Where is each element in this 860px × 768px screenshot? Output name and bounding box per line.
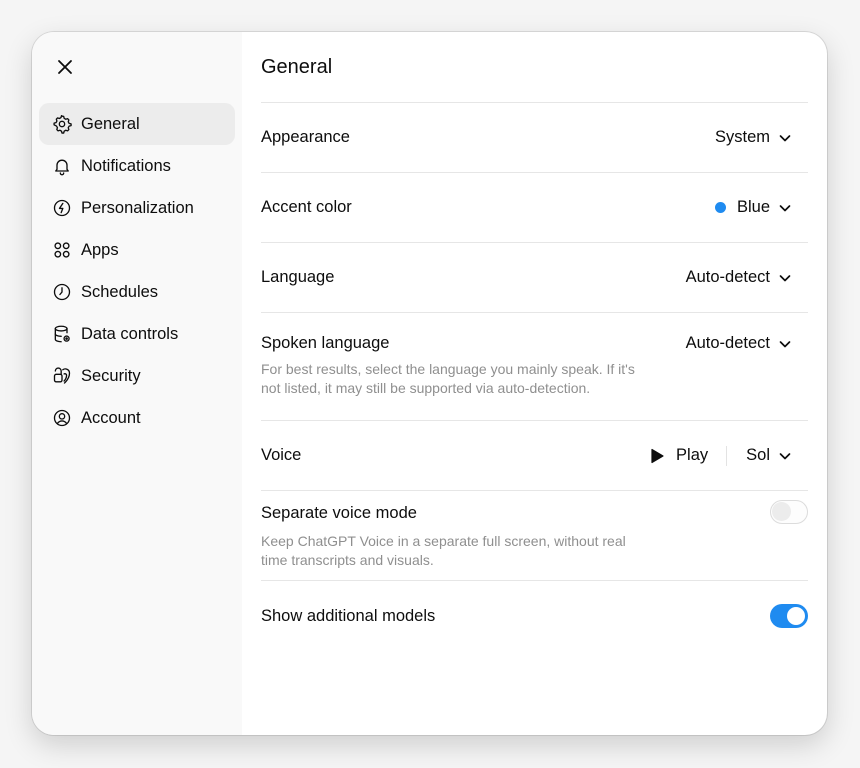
play-icon bbox=[650, 448, 664, 464]
sidebar-item-label: Account bbox=[81, 408, 141, 427]
divider bbox=[726, 445, 728, 466]
toggle-knob bbox=[772, 502, 791, 521]
sidebar-item-personalization[interactable]: Personalization bbox=[39, 187, 235, 229]
setting-label: Accent color bbox=[261, 198, 352, 216]
security-icon bbox=[52, 366, 72, 386]
voice-controls: Play Sol bbox=[650, 445, 808, 466]
chevron-down-icon bbox=[778, 449, 792, 463]
show-additional-models-toggle[interactable] bbox=[770, 604, 808, 628]
apps-grid-icon bbox=[52, 240, 72, 260]
sidebar-item-label: General bbox=[81, 114, 140, 133]
settings-sidebar: General Notifications Personalization Ap… bbox=[32, 32, 242, 735]
sidebar-item-schedules[interactable]: Schedules bbox=[39, 271, 235, 313]
gear-icon bbox=[52, 114, 72, 134]
setting-label: Language bbox=[261, 268, 335, 286]
personalization-icon bbox=[52, 198, 72, 218]
sidebar-item-label: Security bbox=[81, 366, 141, 385]
setting-description: For best results, select the language yo… bbox=[261, 361, 635, 396]
chevron-down-icon bbox=[778, 201, 792, 215]
setting-row-voice: Voice Play Sol bbox=[261, 420, 808, 490]
close-button[interactable] bbox=[52, 54, 78, 80]
settings-nav: General Notifications Personalization Ap… bbox=[39, 103, 235, 439]
sidebar-item-label: Schedules bbox=[81, 282, 159, 301]
appearance-dropdown[interactable]: System bbox=[715, 128, 808, 147]
sidebar-item-apps[interactable]: Apps bbox=[39, 229, 235, 271]
dropdown-value: System bbox=[714, 128, 770, 146]
dropdown-value: Sol bbox=[746, 446, 770, 464]
sidebar-item-label: Personalization bbox=[81, 198, 194, 217]
settings-list: Appearance System Accent color Blue Lang… bbox=[261, 102, 808, 651]
chevron-down-icon bbox=[778, 271, 792, 285]
setting-label: Show additional models bbox=[261, 606, 436, 625]
setting-label: Separate voice mode bbox=[261, 503, 417, 522]
setting-row-show-additional-models: Show additional models bbox=[261, 580, 808, 651]
bell-icon bbox=[52, 156, 72, 176]
separate-voice-mode-toggle[interactable] bbox=[770, 500, 808, 524]
page-title: General bbox=[261, 56, 333, 78]
chevron-down-icon bbox=[778, 131, 792, 145]
dropdown-value: Auto-detect bbox=[685, 268, 770, 286]
user-circle-icon bbox=[52, 408, 72, 428]
sidebar-item-notifications[interactable]: Notifications bbox=[39, 145, 235, 187]
spoken-language-dropdown[interactable]: Auto-detect bbox=[686, 334, 808, 353]
sidebar-item-label: Notifications bbox=[81, 156, 171, 175]
setting-label: Appearance bbox=[261, 128, 350, 146]
database-icon bbox=[52, 324, 72, 344]
setting-row-accent-color: Accent color Blue bbox=[261, 172, 808, 242]
settings-content: General Appearance System Accent color B… bbox=[242, 32, 827, 735]
setting-row-appearance: Appearance System bbox=[261, 102, 808, 172]
clock-icon bbox=[52, 282, 72, 302]
toggle-knob bbox=[787, 607, 805, 625]
dropdown-value: Blue bbox=[736, 198, 770, 216]
close-icon bbox=[58, 60, 72, 74]
play-voice-button[interactable]: Play bbox=[650, 446, 726, 465]
setting-description: Keep ChatGPT Voice in a separate full sc… bbox=[261, 533, 626, 568]
color-swatch bbox=[714, 202, 726, 213]
language-dropdown[interactable]: Auto-detect bbox=[686, 268, 808, 287]
play-label: Play bbox=[676, 446, 709, 464]
voice-dropdown[interactable]: Sol bbox=[746, 446, 808, 465]
accent-color-dropdown[interactable]: Blue bbox=[714, 198, 808, 217]
setting-row-spoken-language: Spoken language Auto-detect For best res… bbox=[261, 312, 808, 420]
setting-row-separate-voice-mode: Separate voice mode Keep ChatGPT Voice i… bbox=[261, 490, 808, 580]
sidebar-item-label: Data controls bbox=[81, 324, 179, 343]
dropdown-value: Auto-detect bbox=[685, 334, 770, 352]
sidebar-item-security[interactable]: Security bbox=[39, 355, 235, 397]
chevron-down-icon bbox=[778, 337, 792, 351]
setting-row-language: Language Auto-detect bbox=[261, 242, 808, 312]
setting-label: Spoken language bbox=[261, 334, 390, 352]
setting-label: Voice bbox=[261, 446, 302, 464]
sidebar-item-label: Apps bbox=[81, 240, 119, 259]
sidebar-item-general[interactable]: General bbox=[39, 103, 235, 145]
sidebar-item-data-controls[interactable]: Data controls bbox=[39, 313, 235, 355]
settings-dialog: General Notifications Personalization Ap… bbox=[32, 32, 827, 735]
sidebar-item-account[interactable]: Account bbox=[39, 397, 235, 439]
